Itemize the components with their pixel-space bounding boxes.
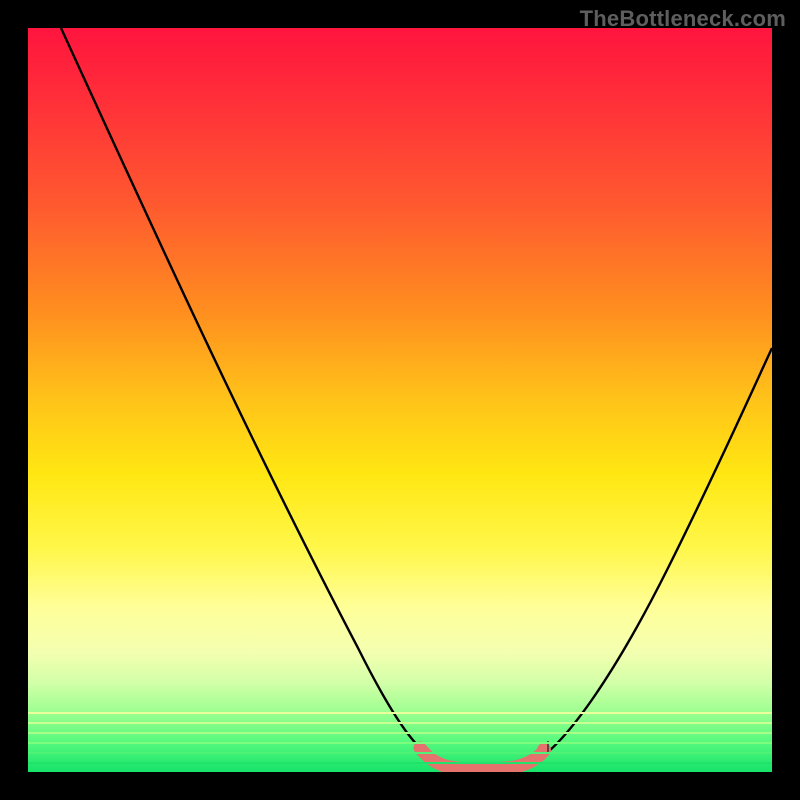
curve-layer: [28, 28, 772, 772]
band-line: [28, 752, 772, 754]
band-line: [28, 762, 772, 764]
endpoint-dot: [537, 743, 551, 757]
band-line: [28, 732, 772, 734]
band-line: [28, 712, 772, 714]
band-line: [28, 722, 772, 724]
bottleneck-curve: [61, 28, 772, 770]
band-line: [28, 742, 772, 744]
plot-area: [28, 28, 772, 772]
chart-frame: TheBottleneck.com: [0, 0, 800, 800]
